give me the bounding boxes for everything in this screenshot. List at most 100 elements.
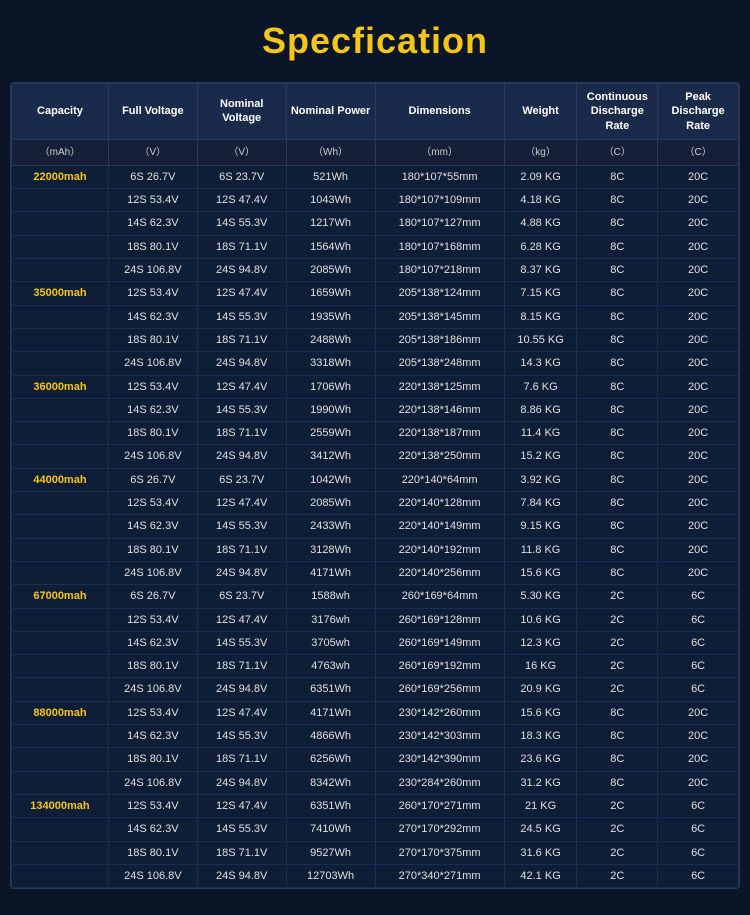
cell-capacity xyxy=(12,608,109,631)
table-row: 35000mah12S 53.4V12S 47.4V1659Wh205*138*… xyxy=(12,282,739,305)
cell-capacity xyxy=(12,771,109,794)
cell-dimensions: 270*170*292mm xyxy=(375,818,504,841)
cell-peak-discharge: 6C xyxy=(658,655,739,678)
table-row: 36000mah12S 53.4V12S 47.4V1706Wh220*138*… xyxy=(12,375,739,398)
cell-dimensions: 180*107*127mm xyxy=(375,212,504,235)
table-row: 18S 80.1V18S 71.1V2488Wh205*138*186mm10.… xyxy=(12,328,739,351)
cell-nominal-power: 12703Wh xyxy=(286,864,375,887)
cell-weight: 18.3 KG xyxy=(504,725,577,748)
cell-nominal-voltage: 6S 23.7V xyxy=(197,585,286,608)
cell-peak-discharge: 20C xyxy=(658,212,739,235)
table-row: 18S 80.1V18S 71.1V1564Wh180*107*168mm6.2… xyxy=(12,235,739,258)
cell-full-voltage: 12S 53.4V xyxy=(108,608,197,631)
cell-nominal-power: 521Wh xyxy=(286,165,375,188)
cell-nominal-voltage: 14S 55.3V xyxy=(197,212,286,235)
cell-capacity xyxy=(12,538,109,561)
cell-nominal-voltage: 24S 94.8V xyxy=(197,352,286,375)
cell-weight: 9.15 KG xyxy=(504,515,577,538)
cell-full-voltage: 24S 106.8V xyxy=(108,678,197,701)
cell-capacity xyxy=(12,259,109,282)
cell-dimensions: 270*170*375mm xyxy=(375,841,504,864)
table-row: 14S 62.3V14S 55.3V4866Wh230*142*303mm18.… xyxy=(12,725,739,748)
cell-full-voltage: 12S 53.4V xyxy=(108,189,197,212)
cell-cont-discharge: 8C xyxy=(577,445,658,468)
header-weight: Weight xyxy=(504,84,577,140)
cell-full-voltage: 18S 80.1V xyxy=(108,422,197,445)
cell-cont-discharge: 8C xyxy=(577,748,658,771)
cell-nominal-power: 3176wh xyxy=(286,608,375,631)
table-row: 18S 80.1V18S 71.1V9527Wh270*170*375mm31.… xyxy=(12,841,739,864)
cell-nominal-voltage: 6S 23.7V xyxy=(197,165,286,188)
cell-nominal-voltage: 18S 71.1V xyxy=(197,841,286,864)
table-row: 14S 62.3V14S 55.3V1990Wh220*138*146mm8.8… xyxy=(12,398,739,421)
cell-cont-discharge: 8C xyxy=(577,375,658,398)
cell-dimensions: 260*169*149mm xyxy=(375,631,504,654)
cell-nominal-voltage: 14S 55.3V xyxy=(197,631,286,654)
cell-cont-discharge: 8C xyxy=(577,189,658,212)
cell-dimensions: 260*169*192mm xyxy=(375,655,504,678)
cell-nominal-power: 1042Wh xyxy=(286,468,375,491)
cell-capacity xyxy=(12,678,109,701)
cell-peak-discharge: 20C xyxy=(658,259,739,282)
cell-cont-discharge: 2C xyxy=(577,631,658,654)
cell-nominal-power: 1217Wh xyxy=(286,212,375,235)
cell-dimensions: 220*138*146mm xyxy=(375,398,504,421)
cell-cont-discharge: 2C xyxy=(577,608,658,631)
cell-full-voltage: 18S 80.1V xyxy=(108,841,197,864)
cell-peak-discharge: 20C xyxy=(658,235,739,258)
cell-capacity xyxy=(12,864,109,887)
cell-dimensions: 220*140*192mm xyxy=(375,538,504,561)
cell-nominal-voltage: 12S 47.4V xyxy=(197,701,286,724)
cell-capacity: 44000mah xyxy=(12,468,109,491)
header-peak: Peak Discharge Rate xyxy=(658,84,739,140)
cell-capacity: 67000mah xyxy=(12,585,109,608)
cell-peak-discharge: 20C xyxy=(658,305,739,328)
cell-cont-discharge: 8C xyxy=(577,515,658,538)
cell-full-voltage: 14S 62.3V xyxy=(108,305,197,328)
cell-weight: 42.1 KG xyxy=(504,864,577,887)
cell-full-voltage: 14S 62.3V xyxy=(108,515,197,538)
cell-weight: 3.92 KG xyxy=(504,468,577,491)
table-row: 24S 106.8V24S 94.8V8342Wh230*284*260mm31… xyxy=(12,771,739,794)
cell-cont-discharge: 2C xyxy=(577,585,658,608)
table-row: 14S 62.3V14S 55.3V7410Wh270*170*292mm24.… xyxy=(12,818,739,841)
cell-cont-discharge: 8C xyxy=(577,538,658,561)
cell-weight: 15.6 KG xyxy=(504,701,577,724)
cell-cont-discharge: 8C xyxy=(577,352,658,375)
cell-cont-discharge: 2C xyxy=(577,655,658,678)
cell-cont-discharge: 8C xyxy=(577,282,658,305)
cell-nominal-voltage: 6S 23.7V xyxy=(197,468,286,491)
cell-nominal-power: 2433Wh xyxy=(286,515,375,538)
cell-dimensions: 270*340*271mm xyxy=(375,864,504,887)
cell-full-voltage: 12S 53.4V xyxy=(108,794,197,817)
cell-weight: 4.88 KG xyxy=(504,212,577,235)
cell-nominal-voltage: 24S 94.8V xyxy=(197,864,286,887)
cell-cont-discharge: 8C xyxy=(577,771,658,794)
cell-peak-discharge: 20C xyxy=(658,748,739,771)
unit-nominal-voltage: （V） xyxy=(197,139,286,165)
cell-peak-discharge: 6C xyxy=(658,631,739,654)
page-title: Specfication xyxy=(10,20,740,62)
table-row: 134000mah12S 53.4V12S 47.4V6351Wh260*170… xyxy=(12,794,739,817)
header-full-voltage: Full Voltage xyxy=(108,84,197,140)
table-row: 24S 106.8V24S 94.8V2085Wh180*107*218mm8.… xyxy=(12,259,739,282)
cell-full-voltage: 18S 80.1V xyxy=(108,655,197,678)
cell-full-voltage: 18S 80.1V xyxy=(108,748,197,771)
cell-weight: 23.6 KG xyxy=(504,748,577,771)
cell-capacity xyxy=(12,328,109,351)
unit-peak: （C） xyxy=(658,139,739,165)
cell-full-voltage: 18S 80.1V xyxy=(108,235,197,258)
table-row: 24S 106.8V24S 94.8V12703Wh270*340*271mm4… xyxy=(12,864,739,887)
cell-weight: 31.2 KG xyxy=(504,771,577,794)
cell-nominal-power: 4171Wh xyxy=(286,701,375,724)
cell-capacity xyxy=(12,422,109,445)
cell-dimensions: 220*140*128mm xyxy=(375,492,504,515)
cell-dimensions: 230*142*260mm xyxy=(375,701,504,724)
cell-dimensions: 180*107*109mm xyxy=(375,189,504,212)
cell-capacity xyxy=(12,841,109,864)
cell-full-voltage: 18S 80.1V xyxy=(108,328,197,351)
cell-peak-discharge: 20C xyxy=(658,725,739,748)
cell-capacity xyxy=(12,235,109,258)
cell-weight: 4.18 KG xyxy=(504,189,577,212)
cell-weight: 11.8 KG xyxy=(504,538,577,561)
